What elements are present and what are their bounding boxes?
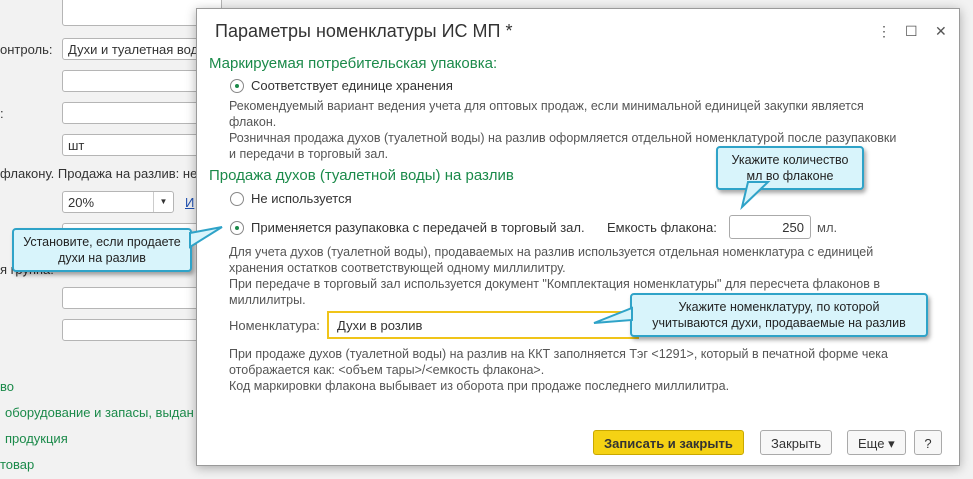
nomenclature-params-dialog: Параметры номенклатуры ИС МП * ⋮ ☐ ✕ Мар… xyxy=(196,8,960,466)
close-button[interactable]: Закрыть xyxy=(760,430,833,455)
vat-value: 20% xyxy=(68,195,95,210)
capacity-unit: мл. xyxy=(817,220,838,235)
bg-link[interactable]: товар xyxy=(0,457,34,472)
callout-capacity: Укажите количество мл во флаконе xyxy=(716,146,864,190)
callout-pointer xyxy=(740,181,771,211)
bg-link[interactable]: оборудование и запасы, выдан xyxy=(5,405,194,420)
footer-text: При продаже духов (туалетной воды) на ра… xyxy=(229,347,888,361)
desc: Для учета духов (туалетной воды), продав… xyxy=(229,245,874,259)
desc: Розничная продажа духов (туалетной воды)… xyxy=(229,131,897,145)
more-menu-icon[interactable]: ⋮ xyxy=(877,23,891,40)
radio-storage-unit[interactable] xyxy=(230,79,244,93)
nomenclature-label: Номенклатура: xyxy=(229,318,320,333)
desc: Рекомендуемый вариант ведения учета для … xyxy=(229,99,864,113)
radio-unpacking[interactable] xyxy=(230,221,244,235)
maximize-icon[interactable]: ☐ xyxy=(905,23,918,40)
callout-pointer xyxy=(189,226,223,249)
desc: миллилитры. xyxy=(229,293,306,307)
radio-label: Применяется разупаковка с передачей в то… xyxy=(251,220,585,235)
close-icon[interactable]: ✕ xyxy=(935,23,947,40)
bg-label: онтроль: xyxy=(0,42,53,57)
more-button[interactable]: Еще ▾ xyxy=(847,430,906,455)
callout-left: Установите, если продаете духи на разлив xyxy=(12,228,192,272)
bg-link[interactable]: продукция xyxy=(5,431,68,446)
save-and-close-button[interactable]: Записать и закрыть xyxy=(593,430,744,455)
desc: При передаче в торговый зал используется… xyxy=(229,277,880,291)
vat-select[interactable]: 20% ▼ xyxy=(62,191,174,213)
capacity-label: Емкость флакона: xyxy=(607,220,717,235)
desc: флакон. xyxy=(229,115,277,129)
radio-label: Не используется xyxy=(251,191,352,206)
bg-label: флакону. Продажа на разлив: не xyxy=(0,166,198,181)
vat-link[interactable]: И xyxy=(185,195,194,210)
bg-link[interactable]: во xyxy=(0,379,14,394)
section-heading: Маркируемая потребительская упаковка: xyxy=(209,55,498,72)
desc: и передачи в торговый зал. xyxy=(229,147,389,161)
section-heading: Продажа духов (туалетной воды) на разлив xyxy=(209,167,514,184)
radio-label: Соответствует единице хранения xyxy=(251,78,453,93)
footer-text: Код маркировки флакона выбывает из оборо… xyxy=(229,379,730,393)
callout-nomenclature: Укажите номенклатуру, по которой учитыва… xyxy=(630,293,928,337)
capacity-input[interactable]: 250 xyxy=(729,215,811,239)
callout-pointer xyxy=(593,306,633,324)
radio-not-used[interactable] xyxy=(230,192,244,206)
dialog-title: Параметры номенклатуры ИС МП * xyxy=(215,21,513,41)
desc: хранения остатков соответствующей одному… xyxy=(229,261,566,275)
bg-label: : xyxy=(0,106,4,121)
footer-text: отображается как: <объем тары>/<емкость … xyxy=(229,363,545,377)
dropdown-icon[interactable]: ▼ xyxy=(153,192,173,212)
help-button[interactable]: ? xyxy=(914,430,942,455)
